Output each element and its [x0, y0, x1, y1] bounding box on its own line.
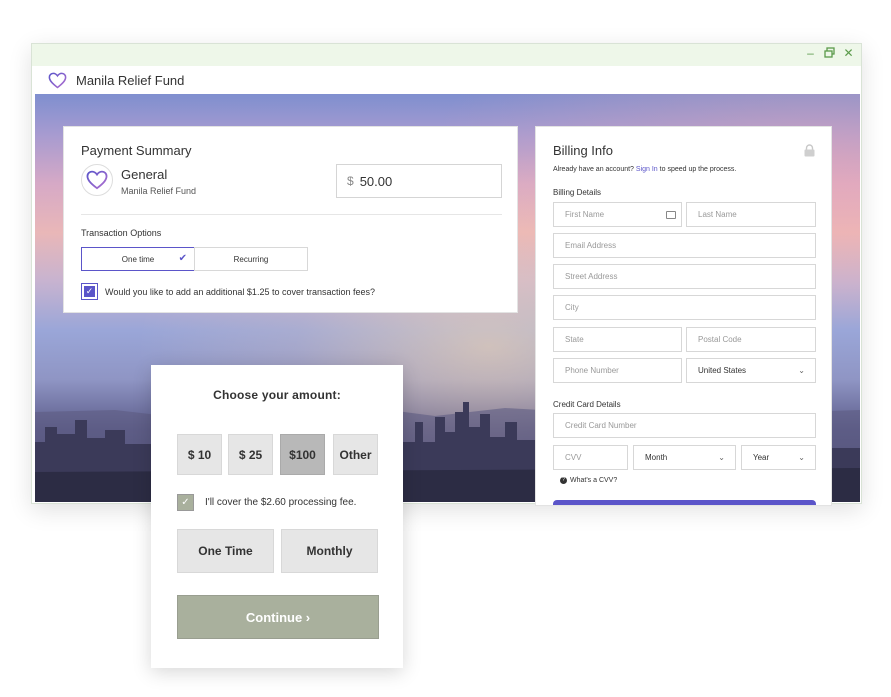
fund-heart-logo: [81, 164, 113, 196]
option-one-time[interactable]: One time ✔: [81, 247, 195, 271]
monthly-button[interactable]: Monthly: [281, 529, 378, 573]
card-number-placeholder: Credit Card Number: [565, 421, 637, 430]
payment-summary-card: Payment Summary General Manila Relief Fu…: [63, 126, 518, 313]
fund-org: Manila Relief Fund: [121, 186, 197, 196]
checkmark-icon: ✔: [178, 253, 187, 264]
minimize-icon[interactable]: –: [804, 47, 817, 60]
country-value: United States: [698, 366, 747, 375]
restore-icon[interactable]: [823, 47, 836, 60]
transaction-fee-label: Would you like to add an additional $1.2…: [105, 287, 376, 297]
widget-title: Choose your amount:: [213, 388, 341, 402]
transaction-fee-checkbox[interactable]: ✓: [81, 283, 98, 300]
app-title: Manila Relief Fund: [76, 73, 185, 88]
month-value: Month: [645, 453, 668, 462]
amount-option-10[interactable]: $ 10: [177, 434, 222, 475]
currency-symbol: $: [347, 174, 354, 188]
continue-button[interactable]: Continue ›: [177, 595, 379, 639]
last-name-placeholder: Last Name: [698, 210, 737, 219]
contact-card-icon: [666, 211, 676, 219]
postal-placeholder: Postal Code: [698, 335, 742, 344]
month-select[interactable]: Month ⌄: [633, 445, 736, 470]
option-recurring-label: Recurring: [233, 254, 269, 264]
email-field[interactable]: Email Address: [553, 233, 816, 258]
credit-card-details-label: Credit Card Details: [553, 400, 621, 409]
chevron-down-icon: ⌄: [718, 453, 725, 462]
account-prompt-text: Already have an account?: [553, 166, 634, 173]
street-address-field[interactable]: Street Address: [553, 264, 816, 289]
one-time-button[interactable]: One Time: [177, 529, 274, 573]
card-number-field[interactable]: Credit Card Number: [553, 413, 816, 438]
state-placeholder: State: [565, 335, 584, 344]
cvv-help-link[interactable]: ? What's a CVV?: [560, 477, 617, 484]
first-name-placeholder: First Name: [565, 210, 605, 219]
phone-placeholder: Phone Number: [565, 366, 619, 375]
app-header: Manila Relief Fund: [32, 66, 861, 95]
first-name-field[interactable]: First Name: [553, 202, 682, 227]
chevron-down-icon: ⌄: [798, 366, 805, 375]
help-icon: ?: [560, 477, 567, 484]
account-prompt-suffix: to speed up the process.: [659, 166, 737, 173]
phone-number-field[interactable]: Phone Number: [553, 358, 682, 383]
amount-option-other[interactable]: Other: [333, 434, 378, 475]
billing-info-title: Billing Info: [553, 143, 613, 158]
account-prompt: Already have an account? Sign In to spee…: [553, 166, 736, 173]
city-placeholder: City: [565, 303, 579, 312]
transaction-options-label: Transaction Options: [81, 228, 162, 238]
heart-logo-icon: [48, 72, 67, 89]
payment-summary-title: Payment Summary: [81, 143, 192, 158]
fund-name: General: [121, 167, 168, 182]
chevron-down-icon: ⌄: [798, 453, 805, 462]
amount-option-25[interactable]: $ 25: [228, 434, 273, 475]
year-value: Year: [753, 453, 770, 462]
option-one-time-label: One time: [121, 254, 155, 264]
divider: [81, 214, 502, 215]
cvv-field[interactable]: CVV: [553, 445, 628, 470]
billing-info-card: Billing Info Already have an account? Si…: [535, 126, 832, 506]
close-icon[interactable]: ✕: [842, 47, 855, 60]
window-controls: – ✕: [804, 47, 855, 60]
window-titlebar: – ✕: [32, 44, 861, 66]
state-field[interactable]: State: [553, 327, 682, 352]
billing-details-label: Billing Details: [553, 188, 602, 197]
year-select[interactable]: Year ⌄: [741, 445, 816, 470]
street-placeholder: Street Address: [565, 272, 618, 281]
amount-input[interactable]: $ 50.00: [336, 164, 502, 198]
donation-widget: Choose your amount: $ 10 $ 25 $100 Other…: [151, 365, 403, 668]
processing-fee-label: I'll cover the $2.60 processing fee.: [205, 497, 357, 508]
submit-button-edge[interactable]: [553, 500, 816, 505]
heart-icon: [86, 170, 108, 190]
option-recurring[interactable]: Recurring: [194, 247, 308, 271]
cvv-placeholder: CVV: [565, 453, 582, 462]
checkbox-check-icon: ✓: [84, 286, 95, 297]
amount-value: 50.00: [359, 173, 393, 189]
city-field[interactable]: City: [553, 295, 816, 320]
country-select[interactable]: United States ⌄: [686, 358, 816, 383]
amount-option-100[interactable]: $100: [280, 434, 325, 475]
email-placeholder: Email Address: [565, 241, 617, 250]
sign-in-link[interactable]: Sign In: [636, 166, 658, 173]
lock-icon: [804, 144, 815, 157]
last-name-field[interactable]: Last Name: [686, 202, 816, 227]
postal-code-field[interactable]: Postal Code: [686, 327, 816, 352]
cvv-help-text: What's a CVV?: [570, 477, 618, 484]
processing-fee-checkbox[interactable]: ✓: [177, 494, 194, 511]
